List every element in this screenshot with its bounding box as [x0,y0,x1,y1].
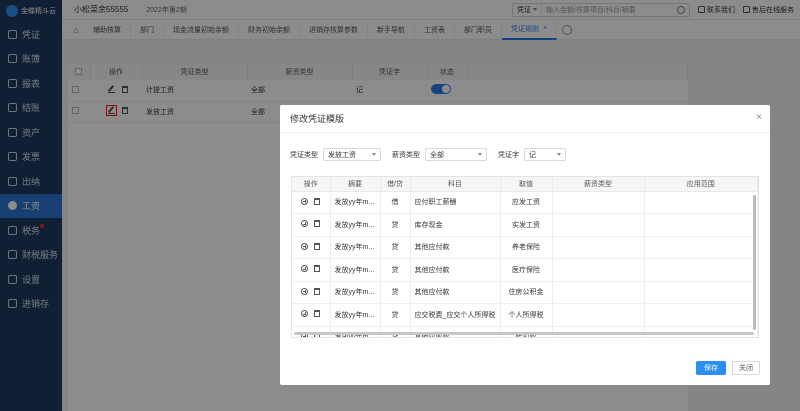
row-summary[interactable]: 发放yy年m... [330,236,381,259]
row-summary[interactable]: 发放yy年m... [330,281,381,304]
dialog-footer: 保存 关闭 [696,361,760,375]
row-salary-type[interactable] [552,191,645,214]
salary-type-value: 全部 [430,151,444,159]
row-salary-type[interactable] [552,236,645,259]
row-value[interactable]: 医疗保险 [500,258,553,282]
filter-row: 凭证类型 发放工资 薪资类型 全部 凭证字 记 [280,133,770,161]
col-account: 科目 [410,177,501,192]
row-salary-type[interactable] [552,258,645,282]
row-dc[interactable]: 贷 [380,213,411,237]
row-dc[interactable]: 借 [380,191,411,214]
row-account[interactable]: 应付职工薪酬 [410,191,501,214]
add-row-icon[interactable] [301,242,309,250]
close-icon[interactable]: × [756,112,762,123]
row-ops [292,258,331,282]
row-scope[interactable] [644,258,758,282]
row-salary-type[interactable] [552,281,645,304]
voucher-word-select[interactable]: 记 [524,148,566,161]
edit-voucher-template-dialog: 修改凭证模版 × 凭证类型 发放工资 薪资类型 全部 凭证字 记 操作 摘要 借… [280,105,770,385]
table-row: 发放yy年m... 贷 其他应付款 住房公积金 [292,281,758,304]
salary-type-label: 薪资类型 [392,151,420,159]
add-row-icon[interactable] [301,197,309,205]
row-account[interactable]: 其他应付款 [410,281,501,304]
row-value[interactable]: 实发工资 [500,213,553,237]
col-ops: 操作 [292,177,331,192]
row-value[interactable]: 住房公积金 [500,281,553,304]
trash-icon[interactable] [314,197,321,205]
table-row: 发放yy年m... 贷 其他应付款 医疗保险 [292,258,758,282]
add-row-icon[interactable] [301,287,309,295]
trash-icon[interactable] [314,287,321,295]
voucher-type-label: 凭证类型 [290,151,318,159]
voucher-word-value: 记 [529,151,536,159]
row-ops [292,281,331,304]
row-salary-type[interactable] [552,213,645,237]
close-button[interactable]: 关闭 [732,361,760,375]
dialog-title: 修改凭证模版 [280,105,770,133]
row-scope[interactable] [644,191,758,214]
add-row-icon[interactable] [301,310,309,318]
trash-icon[interactable] [314,310,321,318]
row-value[interactable]: 应发工资 [500,191,553,214]
row-dc[interactable]: 贷 [380,258,411,282]
col-summary: 摘要 [330,177,381,192]
row-dc[interactable]: 贷 [380,236,411,259]
entries-table: 操作 摘要 借/贷 科目 取值 薪资类型 应用范围 发放yy年m... 借 应付… [292,177,758,337]
voucher-type-select[interactable]: 发放工资 [323,148,381,161]
row-summary[interactable]: 发放yy年m... [330,191,381,214]
col-salary-type: 薪资类型 [552,177,645,192]
row-account[interactable]: 其他应付款 [410,258,501,282]
template-entries-grid: 操作 摘要 借/贷 科目 取值 薪资类型 应用范围 发放yy年m... 借 应付… [291,176,759,338]
table-row: 发放yy年m... 借 应付职工薪酬 应发工资 [292,191,758,214]
vertical-scrollbar[interactable] [753,195,756,330]
add-row-icon[interactable] [301,220,309,228]
chevron-down-icon [557,153,561,156]
row-value[interactable]: 养老保险 [500,236,553,259]
row-value[interactable]: 个人所得税 [500,303,553,327]
row-ops [292,191,331,214]
row-scope[interactable] [644,213,758,237]
voucher-word-label: 凭证字 [498,151,519,159]
table-row: 发放yy年m... 贷 应交税费_应交个人所得税 个人所得税 [292,303,758,327]
row-salary-type[interactable] [552,303,645,327]
voucher-type-value: 发放工资 [328,151,356,159]
table-row: 发放yy年m... 贷 库存现金 实发工资 [292,213,758,237]
row-ops [292,213,331,237]
row-scope[interactable] [644,281,758,304]
col-debit-credit: 借/贷 [380,177,411,192]
chevron-down-icon [478,153,482,156]
row-scope[interactable] [644,236,758,259]
col-scope: 应用范围 [644,177,758,192]
save-button[interactable]: 保存 [696,361,726,375]
add-row-icon[interactable] [301,265,309,273]
row-dc[interactable]: 贷 [380,281,411,304]
row-account[interactable]: 库存现金 [410,213,501,237]
row-account[interactable]: 应交税费_应交个人所得税 [410,303,501,327]
row-summary[interactable]: 发放yy年m... [330,258,381,282]
salary-type-select[interactable]: 全部 [425,148,487,161]
trash-icon[interactable] [314,265,321,273]
row-summary[interactable]: 发放yy年m... [330,303,381,327]
row-summary[interactable]: 发放yy年m... [330,213,381,237]
horizontal-scrollbar[interactable] [294,332,754,335]
row-scope[interactable] [644,303,758,327]
trash-icon[interactable] [314,220,321,228]
table-row: 发放yy年m... 贷 其他应付款 养老保险 [292,236,758,259]
trash-icon[interactable] [314,242,321,250]
chevron-down-icon [372,153,376,156]
col-value: 取值 [500,177,553,192]
row-ops [292,303,331,327]
row-account[interactable]: 其他应付款 [410,236,501,259]
row-ops [292,236,331,259]
row-dc[interactable]: 贷 [380,303,411,327]
